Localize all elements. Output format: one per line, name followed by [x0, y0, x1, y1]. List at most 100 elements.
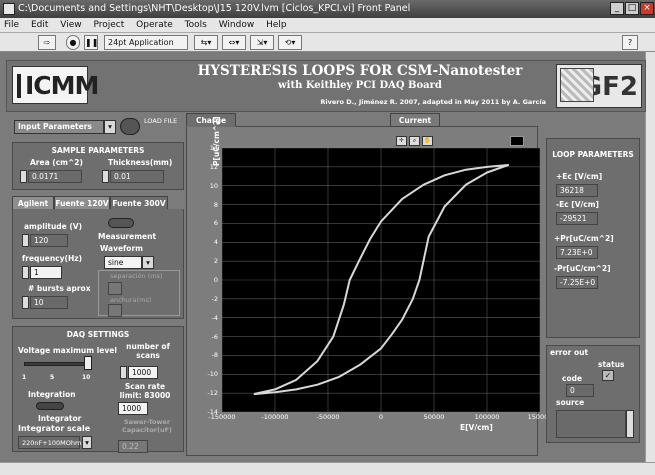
separation-label: separación (ms) [110, 272, 163, 280]
pause-icon[interactable]: ❚❚ [84, 35, 98, 50]
code-label: code [562, 374, 583, 383]
status-label: status [598, 360, 625, 369]
menu-window[interactable]: Window [219, 20, 255, 30]
scan-rate-field[interactable]: 1000 [118, 402, 148, 415]
font-select[interactable]: 24pt Application Font [104, 35, 188, 60]
menu-file[interactable]: File [4, 20, 19, 30]
menu-bar: File Edit View Project Operate Tools Win… [0, 18, 655, 33]
minimize-button[interactable]: _ [610, 2, 624, 15]
width-field [108, 304, 122, 317]
menu-help[interactable]: Help [266, 20, 287, 30]
voltage-slider-track[interactable] [24, 362, 90, 366]
chevron-down-icon[interactable]: ▾ [104, 120, 116, 134]
labview-app-icon [3, 3, 15, 15]
y-tick-label: 8 [213, 200, 218, 209]
menu-project[interactable]: Project [93, 20, 124, 30]
menu-edit[interactable]: Edit [31, 20, 48, 30]
input-parameters-select[interactable]: Input Parameters [14, 120, 104, 134]
bursts-label: # bursts aprox [28, 284, 91, 293]
sawyer-capacitor-label: Sawer-Tower Capacitor(uF) [121, 418, 173, 434]
pan-icon[interactable]: ✋ [422, 136, 433, 146]
measurement-label: Measurement [98, 232, 157, 241]
frequency-label: frequency(Hz) [22, 254, 83, 263]
measurement-button[interactable] [108, 218, 134, 228]
ec-neg-field: -29521 [556, 212, 598, 225]
pr-neg-field: -7.25E+0 [556, 276, 598, 289]
plot-legend-icon[interactable] [510, 136, 524, 146]
bursts-field[interactable]: 10 [30, 296, 68, 309]
load-file-button[interactable] [120, 118, 140, 135]
frequency-spinner[interactable] [22, 266, 29, 279]
x-tick-label: 100000 [474, 413, 500, 421]
error-out-label: error out [550, 348, 589, 357]
waveform-label: Waveform [100, 244, 143, 253]
y-tick-label: -4 [211, 313, 218, 322]
integration-label: Integration [28, 390, 76, 399]
resize-icon[interactable]: ⇲▾ [250, 35, 274, 50]
pr-neg-label: -Pr[uC/cm^2] [554, 264, 611, 273]
code-field: 0 [566, 384, 594, 397]
scans-spinner[interactable] [120, 366, 127, 379]
y-tick-label: 10 [209, 181, 218, 190]
help-icon[interactable]: ? [622, 35, 638, 50]
close-button[interactable]: × [640, 2, 654, 15]
width-label: anchura(ms) [110, 296, 152, 304]
amplitude-spinner[interactable] [22, 234, 29, 247]
zoom-icon[interactable]: ⌕ [409, 136, 420, 146]
loop-parameters-heading: LOOP PARAMETERS [552, 150, 634, 159]
source-field [556, 410, 626, 438]
x-tick-label: -100000 [261, 413, 289, 421]
area-label: Area (cm^2) [30, 158, 83, 167]
waveform-select[interactable]: sine [104, 256, 142, 269]
abort-icon[interactable]: ● [66, 35, 80, 50]
voltage-slider-thumb[interactable] [84, 356, 92, 370]
y-tick-label: -6 [211, 332, 218, 341]
amplitude-field[interactable]: 120 [30, 234, 68, 247]
area-field[interactable]: 0.0171 [28, 170, 82, 183]
thickness-spinner[interactable] [102, 170, 109, 183]
distribute-icon[interactable]: ⇔▾ [222, 35, 246, 50]
slider-tick-1: 1 [22, 374, 27, 381]
source-label: source [556, 398, 585, 407]
run-arrow-icon[interactable]: ⇨ [38, 35, 56, 50]
maximize-button[interactable]: □ [625, 2, 639, 15]
bursts-spinner[interactable] [22, 296, 29, 309]
vertical-scrollbar[interactable] [645, 52, 655, 462]
thickness-label: Thickness(mm) [108, 158, 173, 167]
gf2-logo: GF2 [556, 64, 642, 108]
tab-charge[interactable]: Charge [186, 113, 236, 127]
gf2-emblem-icon [560, 68, 594, 102]
waveform-chevron-down-icon[interactable]: ▾ [142, 256, 154, 269]
integration-button[interactable] [36, 402, 64, 410]
y-axis-label: P[uC/cm^2] [212, 116, 221, 166]
load-file-label: LOAD FILE [144, 117, 178, 125]
menu-view[interactable]: View [60, 20, 81, 30]
x-axis-ticks: -150000 -100000 -50000 0 50000 100000 150000 [208, 413, 552, 423]
integrator-label: Integrator [38, 414, 82, 423]
cursor-icon[interactable]: ✛ [396, 136, 407, 146]
integrator-scale-select[interactable]: 220nF+100MOhm [18, 436, 81, 449]
horizontal-scrollbar[interactable] [0, 462, 655, 475]
integrator-scale-chevron-icon[interactable]: ▾ [82, 436, 92, 449]
area-spinner[interactable] [20, 170, 27, 183]
tab-fuente-300v[interactable]: Fuente 300V [110, 196, 168, 210]
tab-fuente-120v[interactable]: Fuente 120V [54, 196, 110, 210]
ec-pos-label: +Ec [V/cm] [556, 172, 603, 181]
tab-agilent[interactable]: Agilent [12, 196, 54, 210]
align-icon[interactable]: ⇆▾ [194, 35, 218, 50]
slider-tick-10: 10 [82, 374, 91, 381]
credits-text: Rivero D., Jiménez R. 2007, adapted in M… [320, 98, 546, 106]
ec-pos-field: 36218 [556, 184, 598, 197]
tab-current[interactable]: Current [390, 113, 440, 127]
menu-operate[interactable]: Operate [136, 20, 173, 30]
reorder-icon[interactable]: ⟲▾ [278, 35, 302, 50]
slider-tick-5: 5 [50, 374, 55, 381]
thickness-field[interactable]: 0.01 [110, 170, 164, 183]
menu-tools[interactable]: Tools [185, 20, 207, 30]
separation-field [108, 282, 122, 295]
scans-field[interactable]: 1000 [128, 366, 158, 379]
y-axis-ticks: 14 12 10 8 6 4 2 0 -2 -4 -6 -8 -10 -12 -14 [200, 144, 220, 416]
frequency-field[interactable]: 1 [30, 266, 62, 279]
source-scrollbar[interactable] [626, 410, 634, 438]
y-tick-label: -12 [207, 389, 218, 398]
